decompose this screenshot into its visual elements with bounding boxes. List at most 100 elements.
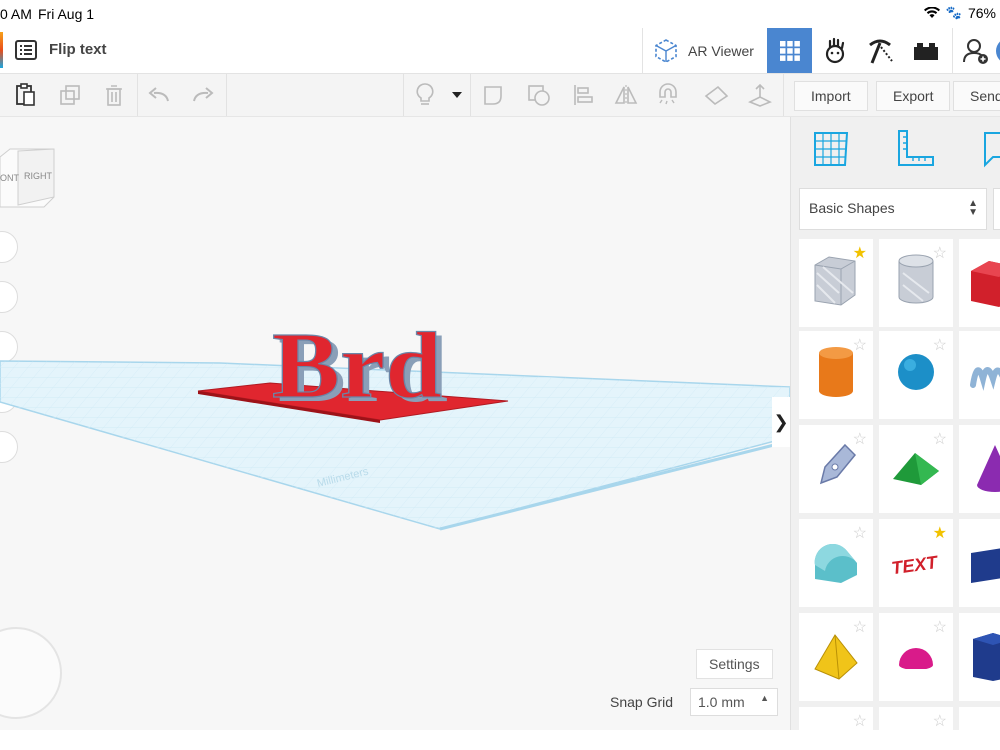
snap-grid-label: Snap Grid: [610, 694, 674, 710]
navy-polygon-icon: [973, 633, 1000, 681]
redo-icon: [193, 87, 214, 102]
star-outline-icon[interactable]: ☆: [933, 711, 947, 731]
shape-half-sphere[interactable]: ☆: [879, 613, 953, 701]
import-button[interactable]: Import: [794, 81, 868, 111]
settings-button[interactable]: Settings: [696, 649, 773, 679]
home-view-button[interactable]: [0, 231, 18, 263]
shapes-panel: Basic Shapes ▲▼ ★ ☆ ☆ ☆ ☆ ☆ ☆ ☆: [790, 117, 1000, 730]
3d-text-object[interactable]: Brd Brd: [271, 317, 448, 422]
fit-view-button[interactable]: [0, 281, 18, 313]
delete-button[interactable]: [101, 82, 127, 108]
star-outline-icon[interactable]: ☆: [933, 335, 947, 355]
shape-polygon[interactable]: [959, 613, 1000, 701]
star-outline-icon[interactable]: ☆: [933, 429, 947, 449]
copy-icon: [60, 85, 80, 105]
shape-sphere[interactable]: ☆: [879, 331, 953, 419]
star-outline-icon[interactable]: ☆: [853, 523, 867, 543]
design-list-icon[interactable]: [15, 40, 37, 65]
shape-pyramid[interactable]: ☆: [799, 613, 873, 701]
shape-scribble-pen[interactable]: ☆: [799, 425, 873, 513]
star-outline-icon[interactable]: ☆: [933, 617, 947, 637]
orbit-control[interactable]: [0, 627, 62, 719]
shape-category-select[interactable]: Basic Shapes ▲ ▼: [799, 188, 987, 230]
red-box-icon: [971, 261, 1000, 307]
lightbulb-button[interactable]: [412, 82, 438, 108]
ungroup-button[interactable]: [526, 82, 552, 108]
viewcube-right-label: RIGHT: [24, 171, 53, 181]
status-date: Fri Aug 1: [38, 6, 95, 22]
3d-design-view-button[interactable]: [767, 28, 812, 73]
pickaxe-icon: [868, 39, 893, 64]
shape-cone[interactable]: ☆: [959, 425, 1000, 513]
shape-text[interactable]: ★ TEXT: [879, 519, 953, 607]
blocks-view-button[interactable]: [812, 28, 857, 73]
toolbar-divider: [470, 74, 471, 116]
title-bar: Flip text AR Viewer: [0, 28, 1000, 74]
undo-icon: [148, 87, 169, 102]
ruler-tool-button[interactable]: [895, 129, 935, 174]
ar-viewer-button[interactable]: AR Viewer: [642, 28, 763, 73]
duplicate-button[interactable]: [57, 82, 83, 108]
green-roof-icon: [893, 453, 939, 485]
shape-cell-next[interactable]: [959, 707, 1000, 730]
3d-workplane-viewport[interactable]: FRONT RIGHT Millimeters Brd Brd ❯ Settin…: [0, 117, 790, 730]
scribble-icon: [970, 367, 1000, 391]
bricks-view-button[interactable]: [857, 28, 902, 73]
notes-tool-button[interactable]: [979, 131, 1000, 174]
ruler-button[interactable]: [703, 82, 729, 108]
shape-roof[interactable]: ☆: [879, 425, 953, 513]
shape-box-solid[interactable]: [959, 239, 1000, 327]
workplane-tool-button[interactable]: [811, 129, 851, 174]
shape-cylinder-hole[interactable]: ☆: [879, 239, 953, 327]
snap-grid-value: 1.0 mm: [698, 694, 745, 710]
search-shapes-field[interactable]: [993, 188, 1000, 230]
mirror-button[interactable]: [613, 82, 639, 108]
blue-sphere-icon: [898, 354, 934, 390]
view-cube[interactable]: FRONT RIGHT: [0, 147, 60, 217]
group-button[interactable]: [482, 82, 508, 108]
send-to-button[interactable]: Send: [953, 81, 1000, 111]
align-icon: [574, 85, 593, 105]
comment-icon: [984, 132, 1000, 168]
battery-percent: 76%: [967, 5, 996, 21]
paste-button[interactable]: [12, 82, 38, 108]
shape-scribble[interactable]: [959, 331, 1000, 419]
ruler-icon: [704, 85, 729, 106]
panel-collapse-toggle[interactable]: ❯: [772, 397, 790, 447]
shape-box[interactable]: ★: [799, 239, 873, 327]
document-title[interactable]: Flip text: [49, 41, 107, 58]
brick-icon: [913, 42, 938, 60]
toolbar-divider: [783, 74, 784, 116]
red-text-icon: TEXT: [890, 552, 940, 578]
toolbar-divider: [403, 74, 404, 116]
align-button[interactable]: [570, 82, 596, 108]
shape-cell-next[interactable]: ☆: [799, 707, 873, 730]
snap-grid-select[interactable]: 1.0 mm ▲: [690, 688, 778, 716]
lego-view-button[interactable]: [903, 28, 948, 73]
purple-cone-icon: [977, 445, 1000, 492]
pen-nib-icon: [819, 443, 857, 485]
workplane[interactable]: Millimeters Brd Brd: [0, 317, 790, 537]
shape-cell-next[interactable]: ☆: [879, 707, 953, 730]
export-button[interactable]: Export: [876, 81, 951, 111]
cruise-button[interactable]: [655, 82, 681, 108]
ar-viewer-label: AR Viewer: [688, 42, 754, 59]
shape-cylinder[interactable]: ☆: [799, 331, 873, 419]
ungroup-icon: [528, 85, 550, 106]
mirror-icon: [614, 85, 638, 105]
redo-button[interactable]: [190, 82, 216, 108]
add-user-button[interactable]: [952, 28, 998, 73]
hand-icon: [825, 37, 844, 63]
paw-icon: 🐾: [945, 5, 962, 20]
shape-round-roof[interactable]: ☆: [799, 519, 873, 607]
tinkercad-logo[interactable]: [0, 32, 3, 68]
star-outline-icon[interactable]: ☆: [853, 711, 867, 731]
undo-button[interactable]: [146, 82, 172, 108]
toolbar-divider: [137, 74, 138, 116]
workplane-button[interactable]: [747, 82, 773, 108]
lightbulb-dropdown[interactable]: [444, 82, 470, 108]
favorite-star-icon[interactable]: ★: [933, 523, 947, 543]
shape-wedge[interactable]: [959, 519, 1000, 607]
trash-icon: [106, 85, 122, 106]
box-hole-icon: [814, 256, 856, 306]
